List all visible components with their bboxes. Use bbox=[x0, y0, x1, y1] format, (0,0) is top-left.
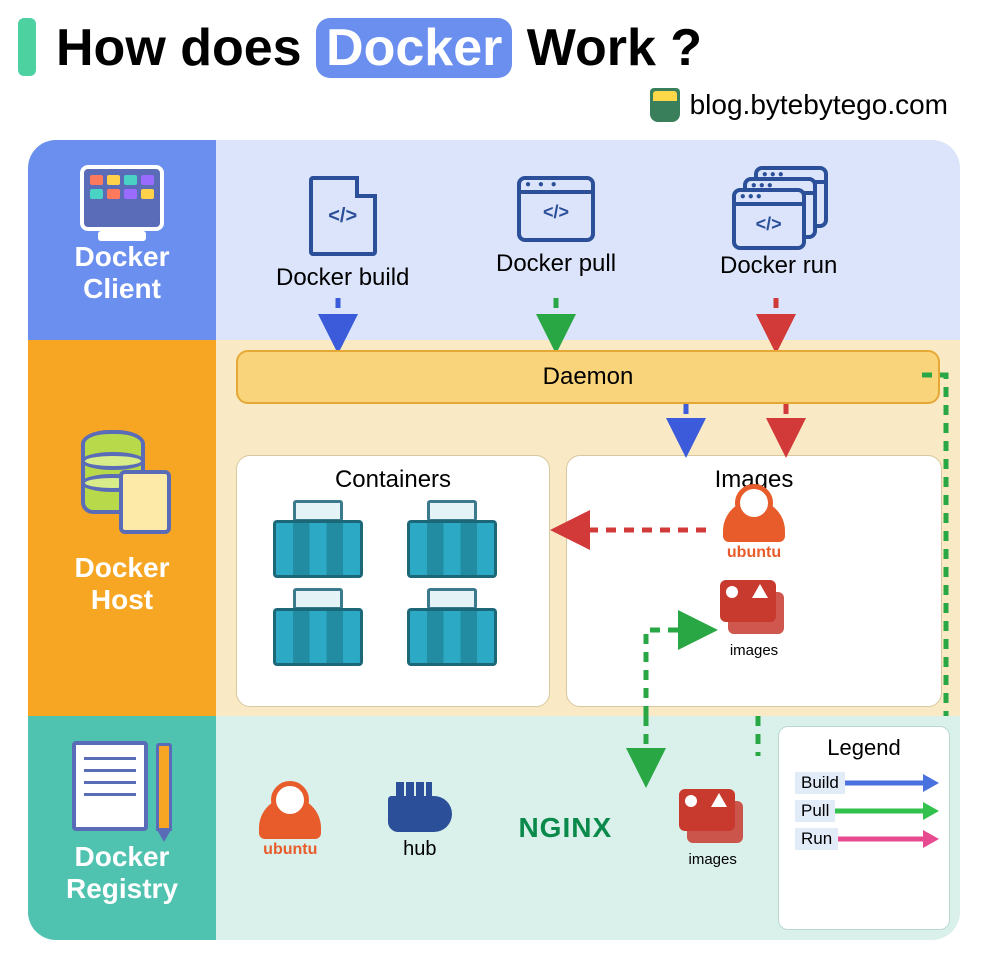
stacked-windows-icon: ●●● ●●● ●●●</> bbox=[732, 166, 826, 244]
legend-box: Legend Build Pull Run bbox=[778, 726, 950, 930]
containers-box: Containers bbox=[236, 455, 550, 707]
container-icon bbox=[273, 500, 363, 578]
side-host-label: Docker Host bbox=[75, 552, 170, 616]
logo-icon bbox=[650, 88, 680, 122]
images-box: Images ubuntu images bbox=[566, 455, 942, 707]
side-host: Docker Host bbox=[28, 340, 216, 716]
side-client: Docker Client bbox=[28, 140, 216, 340]
registry-main: ubuntu hub NGINX images Legend Build Pul… bbox=[216, 716, 960, 940]
daemon-box: Daemon bbox=[236, 350, 940, 404]
docker-hub-icon: hub bbox=[388, 796, 452, 861]
images-stack-icon: images bbox=[720, 580, 788, 659]
legend-pull-arrow-icon bbox=[835, 805, 939, 817]
monitor-icon bbox=[80, 165, 164, 231]
pencil-icon bbox=[156, 743, 172, 831]
container-icon bbox=[273, 588, 363, 666]
page-title: How does Docker Work ? bbox=[56, 18, 702, 78]
cmd-build: </> Docker build bbox=[276, 176, 409, 292]
ubuntu-reg-label: ubuntu bbox=[263, 841, 317, 859]
nginx-logo: NGINX bbox=[518, 812, 612, 844]
run-label: Docker run bbox=[720, 252, 837, 280]
cmd-pull: ● ● ●</> Docker pull bbox=[496, 176, 616, 278]
ubuntu-registry-icon: ubuntu bbox=[259, 797, 321, 859]
legend-run-arrow-icon bbox=[838, 833, 939, 845]
legend-title: Legend bbox=[789, 735, 939, 761]
database-scroll-icon bbox=[81, 430, 163, 526]
host-main: Daemon Containers Images ubuntu images bbox=[216, 340, 960, 716]
side-client-label: Docker Client bbox=[75, 241, 170, 305]
side-registry-label: Docker Registry bbox=[66, 841, 178, 905]
ubuntu-image-icon: ubuntu bbox=[723, 500, 785, 562]
images-small-label: images bbox=[730, 642, 778, 659]
browser-code-icon: ● ● ●</> bbox=[517, 176, 595, 242]
legend-build-label: Build bbox=[795, 772, 845, 794]
row-client: Docker Client </> Docker build ● ● ●</> … bbox=[28, 140, 960, 340]
legend-pull-label: Pull bbox=[795, 800, 835, 822]
containers-title: Containers bbox=[237, 466, 549, 494]
title-post: Work ? bbox=[527, 19, 702, 77]
row-registry: Docker Registry ubuntu hub NGINX images … bbox=[28, 716, 960, 940]
registry-images-icon: images bbox=[679, 789, 747, 868]
cmd-run: ●●● ●●● ●●●</> Docker run bbox=[720, 166, 837, 280]
ubuntu-label: ubuntu bbox=[727, 544, 781, 562]
title-pre: How does bbox=[56, 19, 302, 77]
pull-label: Docker pull bbox=[496, 250, 616, 278]
client-main: </> Docker build ● ● ●</> Docker pull ●●… bbox=[216, 140, 960, 340]
accent-bar bbox=[18, 18, 36, 76]
container-icon bbox=[407, 588, 497, 666]
side-registry: Docker Registry bbox=[28, 716, 216, 940]
whale-icon bbox=[388, 796, 452, 832]
build-label: Docker build bbox=[276, 264, 409, 292]
title-highlight: Docker bbox=[316, 18, 512, 78]
legend-build-arrow-icon bbox=[845, 777, 939, 789]
legend-run-label: Run bbox=[795, 828, 838, 850]
daemon-label: Daemon bbox=[543, 363, 634, 391]
document-icon bbox=[72, 741, 148, 831]
registry-images-label: images bbox=[689, 851, 737, 868]
hub-label: hub bbox=[403, 838, 436, 861]
attribution-text: blog.bytebytego.com bbox=[690, 89, 948, 121]
container-icon bbox=[407, 500, 497, 578]
attribution: blog.bytebytego.com bbox=[650, 88, 948, 122]
row-host: Docker Host Daemon Containers Images ubu… bbox=[28, 340, 960, 716]
registry-items: ubuntu hub NGINX images bbox=[216, 716, 790, 940]
file-code-icon: </> bbox=[309, 176, 377, 256]
diagram: Docker Client </> Docker build ● ● ●</> … bbox=[28, 140, 960, 940]
